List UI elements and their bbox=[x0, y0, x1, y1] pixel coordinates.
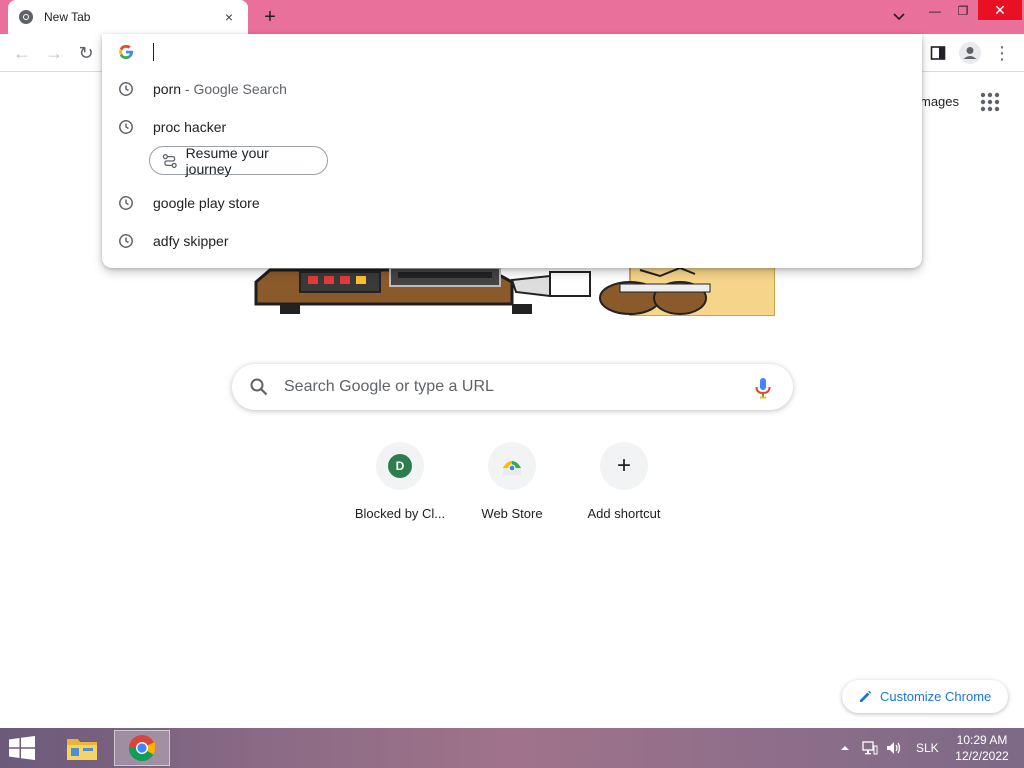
tab-search-icon[interactable] bbox=[886, 6, 912, 28]
maximize-button[interactable]: ❐ bbox=[950, 0, 976, 22]
journey-icon bbox=[162, 153, 177, 168]
close-tab-icon[interactable]: × bbox=[220, 8, 238, 26]
clock-time: 10:29 AM bbox=[956, 733, 1008, 747]
text-cursor bbox=[153, 43, 154, 61]
title-bar: New Tab × + — ❐ ✕ bbox=[0, 0, 1024, 34]
reload-button[interactable]: ↻ bbox=[74, 41, 98, 65]
clock-date: 12/2/2022 bbox=[955, 749, 1009, 763]
suggestion-item[interactable]: google play store bbox=[102, 187, 922, 219]
menu-kebab-icon[interactable]: ⋮ bbox=[990, 41, 1014, 65]
omnibox[interactable] bbox=[102, 34, 922, 70]
suggestion-text: adfy skipper bbox=[153, 233, 229, 249]
forward-button[interactable]: → bbox=[42, 41, 66, 65]
omnibox-dropdown: porn - Google Search proc hacker Resume … bbox=[102, 34, 922, 268]
suggestion-item[interactable]: adfy skipper bbox=[102, 225, 922, 257]
pencil-icon bbox=[860, 690, 872, 702]
resume-journey-chip[interactable]: Resume your journey bbox=[149, 144, 328, 177]
tab-new-tab[interactable]: New Tab × bbox=[8, 0, 248, 34]
images-link[interactable]: mages bbox=[920, 94, 959, 109]
clock-icon bbox=[119, 120, 133, 134]
suggestion-text: google play store bbox=[153, 195, 260, 211]
customize-label: Customize Chrome bbox=[880, 689, 992, 704]
google-g-icon bbox=[119, 44, 133, 59]
plus-icon: + bbox=[616, 452, 631, 479]
shortcut-web-store[interactable]: Web Store bbox=[456, 442, 568, 521]
search-placeholder: Search Google or type a URL bbox=[284, 378, 494, 395]
suggestion-subtext: - Google Search bbox=[181, 81, 287, 97]
file-explorer-taskbar-icon[interactable] bbox=[54, 730, 110, 766]
tab-title: New Tab bbox=[44, 10, 91, 24]
webstore-icon bbox=[503, 461, 521, 475]
google-search-box[interactable]: Search Google or type a URL bbox=[232, 364, 793, 410]
system-clock[interactable]: 10:29 AM 12/2/2022 bbox=[950, 728, 1014, 768]
shortcut-icon-circle bbox=[488, 442, 536, 490]
new-tab-button[interactable]: + bbox=[258, 5, 282, 29]
add-shortcut-button[interactable]: + Add shortcut bbox=[568, 442, 680, 521]
close-window-button[interactable]: ✕ bbox=[978, 0, 1022, 20]
shortcut-label: Web Store bbox=[481, 506, 543, 521]
clock-icon bbox=[119, 234, 133, 248]
suggestion-text: proc hacker bbox=[153, 119, 227, 135]
clock-icon bbox=[119, 82, 133, 96]
shortcut-icon-circle: D bbox=[376, 442, 424, 490]
minimize-button[interactable]: — bbox=[920, 0, 950, 22]
shortcut-blocked[interactable]: D Blocked by Cl... bbox=[344, 442, 456, 521]
customize-chrome-button[interactable]: Customize Chrome bbox=[842, 680, 1008, 713]
microphone-icon[interactable] bbox=[753, 377, 773, 399]
show-hidden-icons-icon[interactable] bbox=[840, 728, 852, 768]
shortcut-label: Add shortcut bbox=[587, 506, 661, 521]
shortcut-icon-circle: + bbox=[600, 442, 648, 490]
suggestion-item[interactable]: proc hacker bbox=[102, 111, 922, 143]
input-language-indicator[interactable]: SLK bbox=[916, 728, 939, 768]
network-icon[interactable] bbox=[862, 728, 880, 768]
side-panel-icon[interactable] bbox=[926, 41, 950, 65]
omnibox-input[interactable] bbox=[158, 40, 858, 64]
suggestion-text: porn - Google Search bbox=[153, 81, 287, 97]
volume-icon[interactable] bbox=[886, 728, 904, 768]
chrome-taskbar-icon[interactable] bbox=[114, 730, 170, 766]
windows-taskbar: SLK 10:29 AM 12/2/2022 bbox=[0, 728, 1024, 768]
google-doodle-image[interactable] bbox=[250, 262, 775, 316]
chrome-favicon-icon bbox=[19, 10, 33, 24]
google-apps-grid-icon[interactable] bbox=[978, 90, 1002, 114]
profile-avatar-icon[interactable] bbox=[958, 41, 982, 65]
shortcut-label: Blocked by Cl... bbox=[354, 506, 446, 521]
back-button[interactable]: ← bbox=[10, 41, 34, 65]
windows-start-icon[interactable] bbox=[8, 736, 38, 762]
journey-chip-label: Resume your journey bbox=[185, 144, 269, 177]
search-icon bbox=[250, 378, 268, 396]
suggestion-item[interactable]: porn - Google Search bbox=[102, 73, 922, 105]
letter-d-avatar-icon: D bbox=[388, 454, 412, 478]
clock-icon bbox=[119, 196, 133, 210]
